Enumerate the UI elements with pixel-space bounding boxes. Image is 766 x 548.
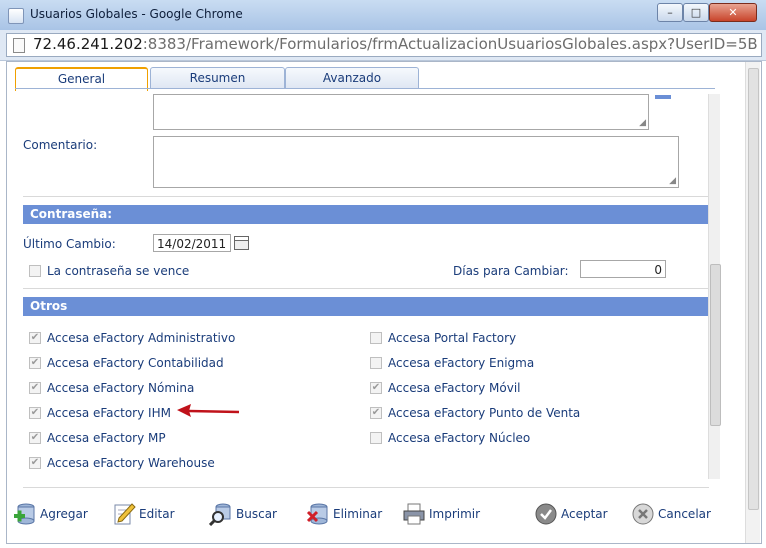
divider [23, 288, 709, 289]
page-icon [13, 38, 25, 53]
window-titlebar: Usuarios Globales - Google Chrome – □ ✕ [0, 0, 766, 31]
page-scrollbar[interactable] [745, 62, 760, 543]
dias-input[interactable]: 0 [580, 260, 666, 278]
access-checkbox-label: Accesa eFactory Móvil [388, 381, 521, 395]
access-checkbox[interactable]: ✔ Accesa eFactory Warehouse [29, 456, 215, 470]
editar-label: Editar [139, 507, 175, 521]
delete-database-icon [306, 503, 328, 525]
imprimir-button[interactable]: Imprimir [402, 500, 480, 528]
printer-icon [403, 503, 425, 525]
checked-checkbox-icon[interactable]: ✔ [29, 332, 41, 344]
resize-grip-icon[interactable]: ◢ [669, 176, 676, 186]
edit-icon [114, 503, 136, 525]
access-checkbox-label: Accesa eFactory MP [47, 431, 166, 445]
checked-checkbox-icon[interactable]: ✔ [29, 357, 41, 369]
dias-label: Días para Cambiar: [453, 264, 569, 278]
url-text: 72.46.241.202:8383/Framework/Formularios… [33, 35, 757, 53]
access-checkbox-label: Accesa eFactory Warehouse [47, 456, 215, 470]
access-checkbox-label: Accesa eFactory Contabilidad [47, 356, 224, 370]
checkbox-icon[interactable] [29, 265, 41, 277]
check-icon [535, 503, 557, 525]
access-checkbox[interactable]: ✔ Accesa eFactory IHM [29, 406, 171, 420]
eliminar-button[interactable]: Eliminar [306, 500, 382, 528]
divider [23, 196, 709, 197]
url-path: :8383/Framework/Formularios/frmActualiza… [142, 35, 757, 53]
previous-textarea[interactable]: ◢ [153, 94, 649, 130]
access-checkbox-label: Accesa eFactory IHM [47, 406, 171, 420]
access-checkbox[interactable]: ✔ Accesa eFactory Punto de Venta [370, 406, 580, 420]
access-checkbox-label: Accesa Portal Factory [388, 331, 517, 345]
ultimo-cambio-label: Último Cambio: [23, 237, 116, 251]
access-checkbox[interactable]: Accesa eFactory Núcleo [370, 431, 530, 445]
divider [23, 487, 709, 488]
checkbox-icon[interactable] [370, 432, 382, 444]
access-checkbox-label: Accesa eFactory Nómina [47, 381, 195, 395]
page-scrollbar-thumb[interactable] [748, 68, 759, 510]
access-checkbox-label: Accesa eFactory Enigma [388, 356, 535, 370]
comentario-textarea[interactable]: ◢ [153, 136, 679, 188]
password-section-header: Contraseña: [23, 205, 709, 224]
access-checkbox[interactable]: ✔ Accesa eFactory Nómina [29, 381, 194, 395]
access-checkbox[interactable]: Accesa Portal Factory [370, 331, 516, 345]
editar-button[interactable]: Editar [112, 500, 175, 528]
buscar-label: Buscar [236, 507, 277, 521]
cancelar-button[interactable]: Cancelar [631, 500, 711, 528]
page-content: General Resumen Avanzado ◢ Comentario: ◢… [6, 61, 762, 544]
form-scrollbar-thumb[interactable] [710, 264, 721, 426]
form-scrollbar[interactable] [708, 94, 721, 479]
calendar-icon[interactable] [234, 236, 249, 250]
otros-section-header: Otros [23, 297, 709, 316]
checked-checkbox-icon[interactable]: ✔ [29, 457, 41, 469]
resize-grip-icon[interactable]: ◢ [639, 118, 646, 128]
access-checkbox[interactable]: ✔ Accesa eFactory Móvil [370, 381, 521, 395]
address-bar: 72.46.241.202:8383/Framework/Formularios… [0, 30, 766, 61]
checked-checkbox-icon[interactable]: ✔ [29, 432, 41, 444]
password-expires-checkbox[interactable]: La contraseña se vence [29, 264, 189, 278]
minimize-button[interactable]: – [657, 3, 683, 22]
aceptar-button[interactable]: Aceptar [534, 500, 608, 528]
close-button[interactable]: ✕ [709, 3, 757, 22]
password-expires-label: La contraseña se vence [47, 264, 190, 278]
checked-checkbox-icon[interactable]: ✔ [29, 407, 41, 419]
collapse-icon[interactable] [655, 95, 671, 99]
eliminar-label: Eliminar [333, 507, 383, 521]
agregar-label: Agregar [40, 507, 88, 521]
aceptar-label: Aceptar [561, 507, 608, 521]
checkbox-icon[interactable] [370, 332, 382, 344]
buscar-button[interactable]: Buscar [209, 500, 277, 528]
tab-avanzado[interactable]: Avanzado [285, 67, 419, 88]
search-icon [209, 503, 231, 526]
url-field[interactable]: 72.46.241.202:8383/Framework/Formularios… [6, 33, 762, 57]
access-checkbox-label: Accesa eFactory Punto de Venta [388, 406, 581, 420]
access-checkbox[interactable]: ✔ Accesa eFactory Contabilidad [29, 356, 224, 370]
add-database-icon [14, 503, 35, 525]
comentario-label: Comentario: [23, 138, 98, 152]
tab-resumen[interactable]: Resumen [150, 67, 285, 88]
checkbox-icon[interactable] [370, 357, 382, 369]
checked-checkbox-icon[interactable]: ✔ [370, 407, 382, 419]
access-checkbox[interactable]: ✔ Accesa eFactory Administrativo [29, 331, 235, 345]
browser-window-icon [8, 8, 24, 24]
access-checkbox[interactable]: Accesa eFactory Enigma [370, 356, 534, 370]
cancelar-label: Cancelar [658, 507, 711, 521]
cancel-icon [632, 503, 654, 525]
imprimir-label: Imprimir [429, 507, 481, 521]
window-title: Usuarios Globales - Google Chrome [30, 7, 243, 21]
checked-checkbox-icon[interactable]: ✔ [29, 382, 41, 394]
access-checkbox-label: Accesa eFactory Núcleo [388, 431, 531, 445]
url-host: 72.46.241.202 [33, 35, 143, 53]
access-checkbox-label: Accesa eFactory Administrativo [47, 331, 236, 345]
red-arrow-annotation [177, 404, 240, 417]
tab-divider [15, 88, 715, 89]
ultimo-cambio-input[interactable]: 14/02/2011 [153, 234, 231, 252]
maximize-button[interactable]: □ [683, 3, 709, 22]
agregar-button[interactable]: Agregar [13, 500, 88, 528]
checked-checkbox-icon[interactable]: ✔ [370, 382, 382, 394]
access-checkbox[interactable]: ✔ Accesa eFactory MP [29, 431, 166, 445]
